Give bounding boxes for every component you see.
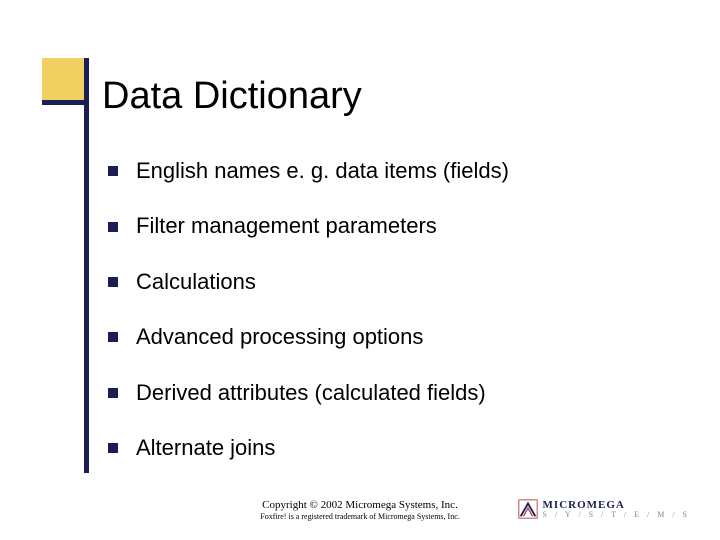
item-text: Derived attributes (calculated fields) <box>136 380 486 406</box>
bullet-icon <box>108 332 118 342</box>
bullet-icon <box>108 277 118 287</box>
company-logo: MICROMEGA S / Y / S / T / E / M / S <box>517 498 690 520</box>
item-text: Calculations <box>136 269 256 295</box>
dec-navy-horizontal <box>42 100 84 105</box>
bullet-icon <box>108 222 118 232</box>
bullet-icon <box>108 443 118 453</box>
item-text: English names e. g. data items (fields) <box>136 158 509 184</box>
item-text: Advanced processing options <box>136 324 423 350</box>
title-decoration <box>42 58 102 118</box>
logo-text: MICROMEGA S / Y / S / T / E / M / S <box>543 500 690 519</box>
logo-sub: S / Y / S / T / E / M / S <box>543 511 690 519</box>
list-item: Filter management parameters <box>108 213 670 239</box>
bullet-list: English names e. g. data items (fields) … <box>108 158 670 490</box>
bullet-icon <box>108 388 118 398</box>
item-text: Alternate joins <box>136 435 275 461</box>
logo-name: MICROMEGA <box>543 500 690 511</box>
dec-yellow-square <box>42 58 84 100</box>
logo-mark-icon <box>517 498 539 520</box>
dec-navy-vertical <box>84 58 89 473</box>
list-item: English names e. g. data items (fields) <box>108 158 670 184</box>
bullet-icon <box>108 166 118 176</box>
list-item: Alternate joins <box>108 435 670 461</box>
list-item: Calculations <box>108 269 670 295</box>
list-item: Advanced processing options <box>108 324 670 350</box>
list-item: Derived attributes (calculated fields) <box>108 380 670 406</box>
slide-title: Data Dictionary <box>102 75 362 118</box>
item-text: Filter management parameters <box>136 213 437 239</box>
